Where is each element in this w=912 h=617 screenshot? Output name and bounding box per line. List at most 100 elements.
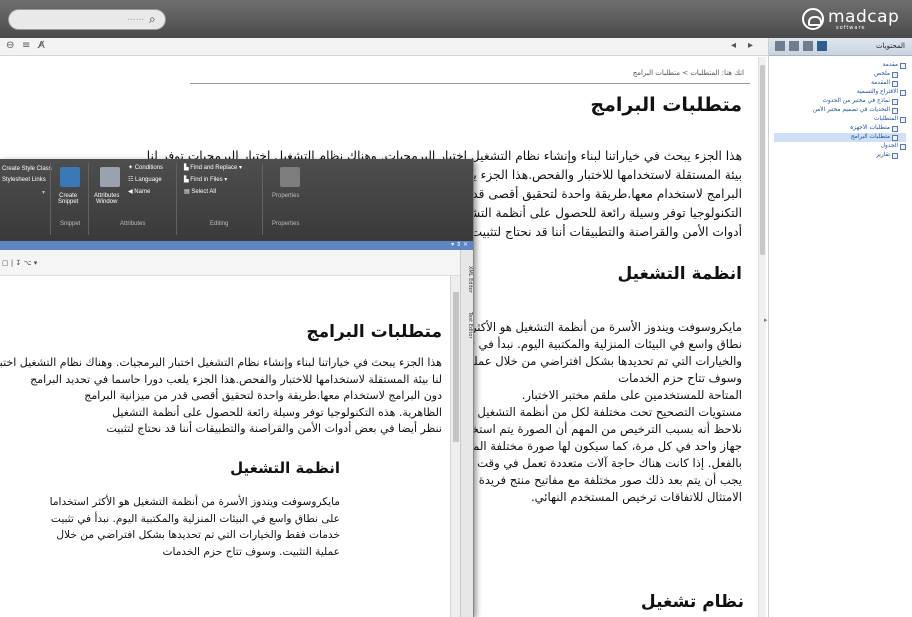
find-in-files-label: Find in Files bbox=[190, 177, 223, 183]
breadcrumb[interactable]: انك هنا: المتطلبات > متطلبات البرامج bbox=[633, 69, 744, 77]
snippet-icon[interactable] bbox=[60, 167, 80, 187]
attributes-window-button[interactable]: Attributes Window bbox=[94, 193, 119, 205]
forward-icon[interactable]: ▸ bbox=[748, 40, 753, 51]
ribbon-separator bbox=[176, 163, 177, 235]
create-snippet-button[interactable]: Create Snippet bbox=[58, 193, 78, 205]
toc-item[interactable]: تقارير bbox=[774, 151, 906, 160]
toc-item-label: التحديات في تصميم مختبر الأمن bbox=[812, 107, 890, 113]
toc-item[interactable]: المقدمة bbox=[774, 79, 906, 88]
text-line: دون البرامج لاستخدام معها.طريقة واحدة لت… bbox=[84, 389, 442, 402]
properties-icon[interactable] bbox=[280, 167, 300, 187]
dropdown-arrow-icon[interactable]: ▾ bbox=[42, 189, 45, 196]
text-editor-tab[interactable]: Text Editor bbox=[463, 312, 473, 339]
editor-window: Create Style Class Stylesheet Links ▾ Cr… bbox=[0, 159, 474, 617]
editor-title[interactable]: متطلبات البرامج bbox=[306, 322, 442, 342]
help-viewer: ...... ⌕ madcap software ⊖ ≡ A̸ ◂ ▸ انك … bbox=[0, 0, 912, 617]
book-icon bbox=[900, 116, 906, 123]
toc-active-tab-icon[interactable] bbox=[817, 41, 827, 51]
conditions-icon: ✦ bbox=[128, 165, 135, 171]
find-in-files-button[interactable]: ▙ Find in Files ▾ bbox=[184, 176, 227, 183]
collapse-icon[interactable]: ⊖ bbox=[6, 40, 14, 51]
toc-item-label: المقدمة bbox=[871, 80, 890, 86]
search-placeholder: ...... bbox=[127, 13, 145, 23]
attributes-window-icon[interactable] bbox=[100, 167, 120, 187]
toc-item[interactable]: المتطلبات bbox=[774, 115, 906, 124]
language-icon: ☷ bbox=[128, 177, 136, 183]
stylesheet-links-button[interactable]: Stylesheet Links bbox=[2, 177, 46, 183]
snippet-group-label: Snippet bbox=[60, 221, 81, 227]
toc-tabbar: المحتويات bbox=[769, 38, 912, 56]
editor-paragraph[interactable]: هذا الجزء يبحث في خياراتنا لبناء وإنشاء … bbox=[0, 355, 442, 438]
scroll-thumb[interactable] bbox=[760, 65, 765, 255]
editor-heading[interactable]: انظمة التشغيل bbox=[230, 459, 340, 477]
list-icon[interactable]: ≡ bbox=[22, 40, 30, 51]
logo-text: madcap bbox=[828, 7, 900, 27]
page-icon bbox=[892, 98, 898, 105]
logo-mark-icon bbox=[802, 8, 824, 30]
toc-item-label: متطلبات البرامج bbox=[850, 134, 890, 140]
toc-item-label: تقارير bbox=[876, 152, 890, 158]
book-icon bbox=[900, 89, 906, 96]
highlight-icon[interactable]: A̸ bbox=[38, 40, 45, 51]
toc-item[interactable]: الجدول bbox=[774, 142, 906, 151]
book-icon bbox=[900, 143, 906, 150]
conditions-button[interactable]: ✦ Conditions bbox=[128, 164, 163, 171]
editor-scrollbar[interactable] bbox=[450, 276, 460, 617]
toc-tab-icon[interactable] bbox=[775, 41, 785, 51]
find-replace-button[interactable]: ▙ Find and Replace ▾ bbox=[184, 164, 242, 171]
toc-title: المحتويات bbox=[875, 42, 905, 50]
editor-toolbar-icons[interactable]: ▢ | ↧ ⌥ ▾ bbox=[2, 259, 37, 267]
properties-group-label: Properties bbox=[272, 221, 300, 227]
name-label: Name bbox=[134, 189, 151, 195]
content-scrollbar[interactable] bbox=[758, 57, 766, 617]
toc-item-label: المتطلبات bbox=[873, 116, 898, 122]
text-line: خدمات فقط والخيارات التي تم تحديدها بشكل… bbox=[56, 529, 340, 541]
search-input[interactable]: ...... ⌕ bbox=[8, 9, 166, 30]
page-icon bbox=[892, 80, 898, 87]
editor-toolbar: ▢ | ↧ ⌥ ▾ bbox=[0, 250, 473, 276]
toc-item[interactable]: ملخص bbox=[774, 70, 906, 79]
section-heading: نظام تشغيل bbox=[640, 592, 744, 612]
name-button[interactable]: ◀ Name bbox=[128, 188, 150, 195]
search-icon[interactable]: ⌕ bbox=[149, 12, 156, 27]
text-line: عملية التثبيت. وسوف تتاح حزم الخدمات bbox=[162, 545, 340, 558]
glossary-tab-icon[interactable] bbox=[803, 41, 813, 51]
editor-content[interactable]: متطلبات البرامج هذا الجزء يبحث في خيارات… bbox=[0, 276, 450, 617]
content-toolbar: ⊖ ≡ A̸ ◂ ▸ bbox=[0, 38, 768, 56]
toc-item[interactable]: متطلبات الأجهزة bbox=[774, 124, 906, 133]
ribbon-separator bbox=[50, 163, 51, 235]
xml-editor-tab[interactable]: XML Editor bbox=[463, 266, 473, 293]
text-line: لنا بيئة المستقلة لاستخدامها للاختبار وا… bbox=[30, 372, 442, 386]
index-tab-icon[interactable] bbox=[789, 41, 799, 51]
panel-close-icon[interactable]: ▾ ⇕ × bbox=[451, 241, 468, 248]
text-line: ننظر أيضا في بعض أدوات الأمن والقراصنة و… bbox=[106, 422, 442, 435]
properties-button[interactable]: Properties bbox=[272, 193, 299, 199]
toc-item[interactable]: التحديات في تصميم مختبر الأمن bbox=[774, 106, 906, 115]
madcap-logo: madcap software bbox=[802, 6, 902, 32]
back-icon[interactable]: ◂ bbox=[731, 40, 736, 51]
page-icon bbox=[892, 152, 898, 159]
create-style-class-button[interactable]: Create Style Class bbox=[2, 166, 52, 172]
editor-paragraph[interactable]: مايكروسوفت ويندوز الأسرة من أنظمة التشغي… bbox=[20, 494, 340, 560]
editing-group-label: Editing bbox=[210, 221, 229, 227]
section-heading: انظمة التشغيل bbox=[617, 264, 742, 284]
toc-panel: المحتويات مقدمة ملخص المقدمة الاقتراح والتس… bbox=[768, 38, 912, 617]
toc-item-label: متطلبات الأجهزة bbox=[850, 125, 890, 131]
text-line: مايكروسوفت ويندوز الأسرة من أنظمة التشغي… bbox=[49, 496, 340, 508]
page-icon bbox=[892, 107, 898, 114]
toc-tree: مقدمة ملخص المقدمة الاقتراح والتسمية نماذج ف… bbox=[774, 61, 906, 160]
text-line: الظاهرية. هذه التكنولوجيا توفر وسيلة رائ… bbox=[112, 405, 442, 419]
select-all-button[interactable]: ▤ Select All bbox=[184, 188, 216, 195]
toc-item[interactable]: متطلبات البرامج bbox=[774, 133, 906, 142]
language-button[interactable]: ☷ Language bbox=[128, 176, 162, 183]
top-bar: ...... ⌕ madcap software bbox=[0, 0, 912, 38]
text-line: هذا الجزء يبحث في خياراتنا لبناء وإنشاء … bbox=[0, 356, 442, 369]
toc-item[interactable]: الاقتراح والتسمية bbox=[774, 88, 906, 97]
ribbon-separator bbox=[262, 163, 263, 235]
ribbon-separator bbox=[88, 163, 89, 235]
logo-subtext: software bbox=[836, 25, 866, 31]
scroll-thumb[interactable] bbox=[453, 292, 459, 442]
toc-item-label: الجدول bbox=[880, 143, 898, 149]
toc-item[interactable]: مقدمة bbox=[774, 61, 906, 70]
toc-item[interactable]: نماذج في مختبر من الحدوث bbox=[774, 97, 906, 106]
